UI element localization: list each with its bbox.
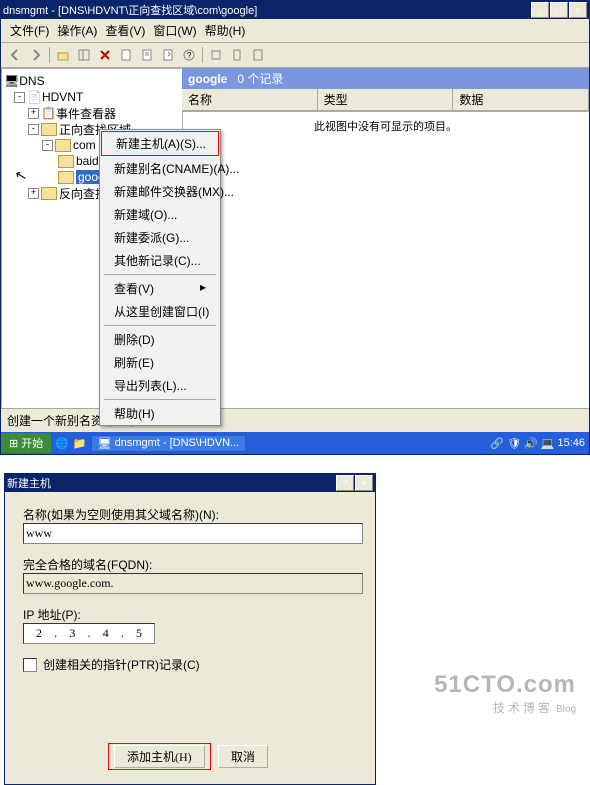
ptr-label: 创建相关的指针(PTR)记录(C) bbox=[43, 656, 200, 673]
tray-time[interactable]: 15:46 bbox=[557, 437, 585, 449]
tool-button-3[interactable] bbox=[248, 45, 268, 65]
ip-input[interactable]: . . . bbox=[23, 623, 155, 644]
menu-action[interactable]: 操作(A) bbox=[54, 21, 100, 40]
ip-label: IP 地址(P): bbox=[23, 606, 357, 623]
fqdn-label: 完全合格的域名(FQDN): bbox=[23, 556, 357, 573]
menu-view[interactable]: 查看(V) bbox=[100, 277, 220, 300]
export-button[interactable] bbox=[158, 45, 178, 65]
menu-window[interactable]: 窗口(W) bbox=[150, 21, 199, 40]
dialog-titlebar: 新建主机 ? × bbox=[5, 474, 375, 492]
ip-octet-2[interactable] bbox=[57, 624, 87, 643]
refresh-button[interactable] bbox=[137, 45, 157, 65]
cancel-button[interactable]: 取消 bbox=[218, 745, 268, 768]
menu-new-other[interactable]: 其他新记录(C)... bbox=[100, 249, 220, 272]
context-menu: 新建主机(A)(S)... 新建别名(CNAME)(A)... 新建邮件交换器(… bbox=[99, 129, 221, 426]
up-button[interactable] bbox=[53, 45, 73, 65]
menu-view[interactable]: 查看(V) bbox=[102, 21, 148, 40]
col-data[interactable]: 数据 bbox=[453, 89, 589, 110]
system-tray: 🔗 🛡 🔊 💻 15:46 bbox=[486, 437, 589, 450]
help-button[interactable]: ? bbox=[179, 45, 199, 65]
quicklaunch-icon[interactable]: 🌐 bbox=[55, 437, 69, 450]
tray-icon[interactable]: 🔗 bbox=[490, 437, 504, 450]
dialog-title: 新建主机 bbox=[7, 475, 51, 491]
menubar: 文件(F) 操作(A) 查看(V) 窗口(W) 帮助(H) bbox=[1, 19, 589, 43]
menu-file[interactable]: 文件(F) bbox=[7, 21, 52, 40]
maximize-button[interactable]: □ bbox=[550, 2, 568, 18]
watermark: 51CTO.com 技术博客 Blog bbox=[434, 671, 576, 716]
ip-octet-3[interactable] bbox=[91, 624, 121, 643]
minimize-button[interactable]: _ bbox=[531, 2, 549, 18]
tree-dns[interactable]: 🖥 DNS bbox=[4, 73, 179, 89]
empty-message: 此视图中没有可显示的项目。 bbox=[314, 121, 457, 133]
menu-new-host[interactable]: 新建主机(A)(S)... bbox=[102, 132, 218, 155]
taskbar: ⊞ 开始 🌐 📁 🖥 dnsmgmt - [DNS\HDVN... 🔗 🛡 🔊 … bbox=[1, 432, 589, 454]
quicklaunch-explorer-icon[interactable]: 📁 bbox=[73, 437, 87, 450]
tray-icon[interactable]: 💻 bbox=[541, 437, 555, 450]
mmc-window: dnsmgmt - [DNS\HDVNT\正向查找区域\com\google] … bbox=[0, 0, 590, 455]
ptr-checkbox[interactable] bbox=[23, 658, 37, 672]
properties-button[interactable] bbox=[116, 45, 136, 65]
tree-event-viewer[interactable]: +📋 事件查看器 bbox=[4, 105, 179, 121]
menu-refresh[interactable]: 刷新(E) bbox=[100, 351, 220, 374]
zone-header: google 0 个记录 bbox=[182, 68, 589, 89]
help-button[interactable]: ? bbox=[336, 475, 354, 491]
back-button[interactable] bbox=[5, 45, 25, 65]
col-name[interactable]: 名称 bbox=[182, 89, 318, 110]
menu-export[interactable]: 导出列表(L)... bbox=[100, 374, 220, 397]
titlebar: dnsmgmt - [DNS\HDVNT\正向查找区域\com\google] … bbox=[1, 1, 589, 19]
menu-new-delegation[interactable]: 新建委派(G)... bbox=[100, 226, 220, 249]
toolbar: ? bbox=[1, 43, 589, 68]
menu-delete[interactable]: 删除(D) bbox=[100, 328, 220, 351]
col-type[interactable]: 类型 bbox=[318, 89, 454, 110]
menu-new-mx[interactable]: 新建邮件交换器(MX)... bbox=[100, 180, 220, 203]
close-button[interactable]: × bbox=[355, 475, 373, 491]
add-host-button[interactable]: 添加主机(H) bbox=[114, 745, 205, 768]
name-input[interactable] bbox=[23, 523, 363, 544]
delete-button[interactable] bbox=[95, 45, 115, 65]
start-button[interactable]: ⊞ 开始 bbox=[1, 433, 51, 453]
close-button[interactable]: × bbox=[569, 2, 587, 18]
tray-icon[interactable]: 🔊 bbox=[524, 437, 538, 450]
column-headers: 名称 类型 数据 bbox=[182, 89, 589, 111]
ip-octet-1[interactable] bbox=[24, 624, 54, 643]
menu-new-domain[interactable]: 新建域(O)... bbox=[100, 203, 220, 226]
records-list: 此视图中没有可显示的项目。 bbox=[182, 111, 589, 408]
menu-new-alias[interactable]: 新建别名(CNAME)(A)... bbox=[100, 157, 220, 180]
ptr-checkbox-row[interactable]: 创建相关的指针(PTR)记录(C) bbox=[23, 656, 357, 673]
ip-octet-4[interactable] bbox=[124, 624, 154, 643]
forward-button[interactable] bbox=[26, 45, 46, 65]
menu-help[interactable]: 帮助(H) bbox=[100, 402, 220, 425]
taskbar-task[interactable]: 🖥 dnsmgmt - [DNS\HDVN... bbox=[91, 435, 247, 452]
menu-help[interactable]: 帮助(H) bbox=[202, 21, 249, 40]
tool-button-1[interactable] bbox=[206, 45, 226, 65]
show-tree-button[interactable] bbox=[74, 45, 94, 65]
new-host-dialog: 新建主机 ? × 名称(如果为空则使用其父域名称)(N): 完全合格的域名(FQ… bbox=[4, 473, 376, 785]
tool-button-2[interactable] bbox=[227, 45, 247, 65]
status-bar: 创建一个新别名资源记录。 bbox=[1, 408, 589, 432]
menu-new-window[interactable]: 从这里创建窗口(I) bbox=[100, 300, 220, 323]
svg-text:?: ? bbox=[187, 51, 192, 60]
name-label: 名称(如果为空则使用其父域名称)(N): bbox=[23, 506, 357, 523]
window-title: dnsmgmt - [DNS\HDVNT\正向查找区域\com\google] bbox=[3, 2, 257, 18]
fqdn-input bbox=[23, 573, 363, 594]
tree-server[interactable]: -📄 HDVNT bbox=[4, 89, 179, 105]
tray-icon[interactable]: 🛡 bbox=[507, 437, 521, 450]
